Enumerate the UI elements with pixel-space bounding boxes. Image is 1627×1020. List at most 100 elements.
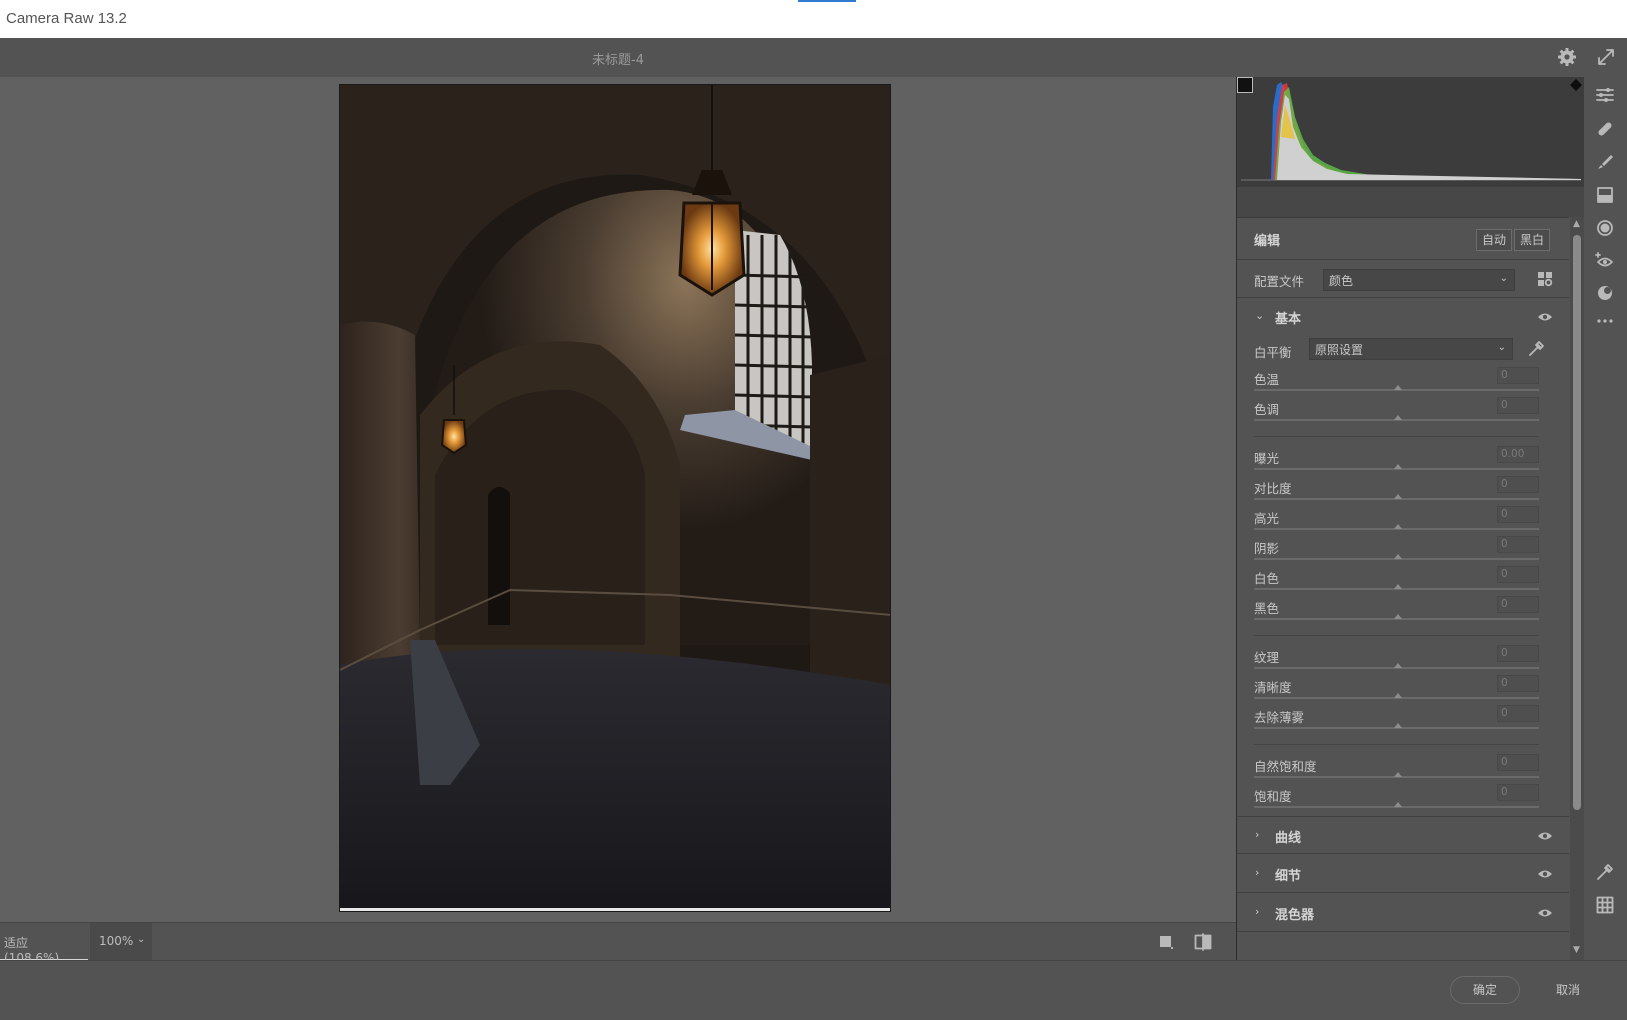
ok-button[interactable]: 确定 [1450,976,1520,1004]
slider-label: 曝光 [1254,451,1280,466]
fit-zoom-button[interactable]: 适应 (108.6%) [0,923,88,965]
slider-dehaze[interactable]: 去除薄雾 0 [1237,705,1569,735]
slider-blacks[interactable]: 黑色 0 [1237,596,1569,626]
slider-value-input[interactable]: 0 [1497,566,1539,583]
slider-value-input[interactable]: 0 [1497,476,1539,493]
chevron-right-icon: › [1255,828,1260,841]
profile-browser-icon[interactable] [1537,271,1553,287]
slider-contrast[interactable]: 对比度 0 [1237,476,1569,506]
slider-value-input[interactable]: 0 [1497,506,1539,523]
section-detail-header[interactable]: › 细节 [1237,855,1569,893]
slider-vibrance[interactable]: 自然饱和度 0 [1237,754,1569,784]
slider-thumb[interactable] [1394,385,1402,390]
slider-value-input[interactable]: 0 [1497,536,1539,553]
scroll-up-icon[interactable]: ▲ [1573,219,1580,229]
cancel-button[interactable]: 取消 [1538,976,1598,1004]
section-basic-title: 基本 [1275,312,1302,327]
eye-icon[interactable] [1537,906,1553,920]
radial-filter-icon[interactable] [1595,218,1615,238]
slider-temperature[interactable]: 色温 0 [1237,367,1569,397]
slider-label: 色调 [1254,402,1280,417]
eyedropper-icon[interactable] [1595,862,1615,882]
slider-value-input[interactable]: 0 [1497,367,1539,384]
eye-icon[interactable] [1537,310,1553,324]
slider-label: 黑色 [1254,601,1280,616]
section-curve-header[interactable]: › 曲线 [1237,816,1569,854]
slider-value-input[interactable]: 0.00 [1497,446,1539,463]
divider [1254,436,1539,437]
profile-label: 配置文件 [1254,274,1305,289]
white-balance-value: 原照设置 [1315,343,1364,357]
divider [1254,635,1539,636]
photo-image [340,85,890,911]
fullscreen-icon[interactable] [1596,47,1616,67]
zoom-select[interactable]: 100% ⌄ [90,923,152,961]
eye-icon[interactable] [1537,867,1553,881]
black-white-button[interactable]: 黑白 [1514,229,1551,251]
histogram [1236,77,1584,187]
slider-value-input[interactable]: 0 [1497,645,1539,662]
auto-button[interactable]: 自动 [1476,229,1513,251]
window-title: Camera Raw 13.2 [6,10,127,27]
slider-thumb[interactable] [1394,614,1402,619]
scrollbar-thumb[interactable] [1573,235,1581,810]
slider-thumb[interactable] [1394,663,1402,668]
section-basic-header[interactable]: ⌄ 基本 [1237,298,1569,336]
slider-label: 高光 [1254,511,1280,526]
scroll-down-icon[interactable]: ▼ [1573,945,1580,955]
edit-panel-header: 编辑 自动 黑白 [1237,218,1569,260]
brush-icon[interactable] [1595,152,1615,172]
section-detail-title: 细节 [1275,869,1302,884]
profile-select[interactable]: 颜色 ⌄ [1323,269,1515,291]
slider-thumb[interactable] [1394,723,1402,728]
edit-panel: 编辑 自动 黑白 配置文件 颜色 ⌄ ⌄ 基本 白平衡 原照设置 ⌄ 色温 0 … [1236,217,1569,960]
slider-exposure[interactable]: 曝光 0.00 [1237,446,1569,476]
slider-texture[interactable]: 纹理 0 [1237,645,1569,675]
more-icon[interactable] [1595,311,1615,331]
adjust-sliders-icon[interactable] [1595,85,1615,105]
single-view-icon[interactable] [1158,934,1174,950]
slider-thumb[interactable] [1394,554,1402,559]
top-bar: 未标题-4 [0,38,1627,77]
slider-value-input[interactable]: 0 [1497,675,1539,692]
slider-tint[interactable]: 色调 0 [1237,397,1569,427]
image-canvas[interactable] [0,77,1236,922]
slider-highlights[interactable]: 高光 0 [1237,506,1569,536]
chevron-down-icon: ⌄ [137,934,146,945]
section-color-mixer-header[interactable]: › 混色器 [1237,894,1569,932]
slider-value-input[interactable]: 0 [1497,754,1539,771]
slider-clarity[interactable]: 清晰度 0 [1237,675,1569,705]
title-accent [798,0,856,2]
before-after-icon[interactable] [1194,933,1212,951]
eye-icon[interactable] [1537,829,1553,843]
presets-icon[interactable] [1595,283,1615,303]
slider-whites[interactable]: 白色 0 [1237,566,1569,596]
slider-thumb[interactable] [1394,494,1402,499]
healing-icon[interactable] [1595,119,1615,139]
slider-thumb[interactable] [1394,524,1402,529]
slider-label: 自然饱和度 [1254,759,1317,774]
photo-preview[interactable] [339,84,891,912]
slider-thumb[interactable] [1394,772,1402,777]
slider-saturation[interactable]: 饱和度 0 [1237,784,1569,814]
slider-value-input[interactable]: 0 [1497,705,1539,722]
eyedropper-icon[interactable] [1527,340,1545,358]
slider-label: 纹理 [1254,650,1280,665]
gradient-icon[interactable] [1595,185,1615,205]
slider-value-input[interactable]: 0 [1497,397,1539,414]
slider-shadows[interactable]: 阴影 0 [1237,536,1569,566]
view-status-bar: 适应 (108.6%) 100% ⌄ [0,922,1236,965]
slider-value-input[interactable]: 0 [1497,784,1539,801]
slider-thumb[interactable] [1394,693,1402,698]
slider-thumb[interactable] [1394,415,1402,420]
slider-thumb[interactable] [1394,802,1402,807]
slider-thumb[interactable] [1394,584,1402,589]
grid-icon[interactable] [1595,895,1615,915]
panel-scrollbar[interactable]: ▲ ▼ [1570,217,1584,960]
red-eye-icon[interactable] [1595,251,1615,271]
white-balance-select[interactable]: 原照设置 ⌄ [1309,338,1513,360]
window-title-bar: Camera Raw 13.2 [0,0,1627,38]
slider-value-input[interactable]: 0 [1497,596,1539,613]
slider-thumb[interactable] [1394,464,1402,469]
gear-icon[interactable] [1557,47,1577,67]
